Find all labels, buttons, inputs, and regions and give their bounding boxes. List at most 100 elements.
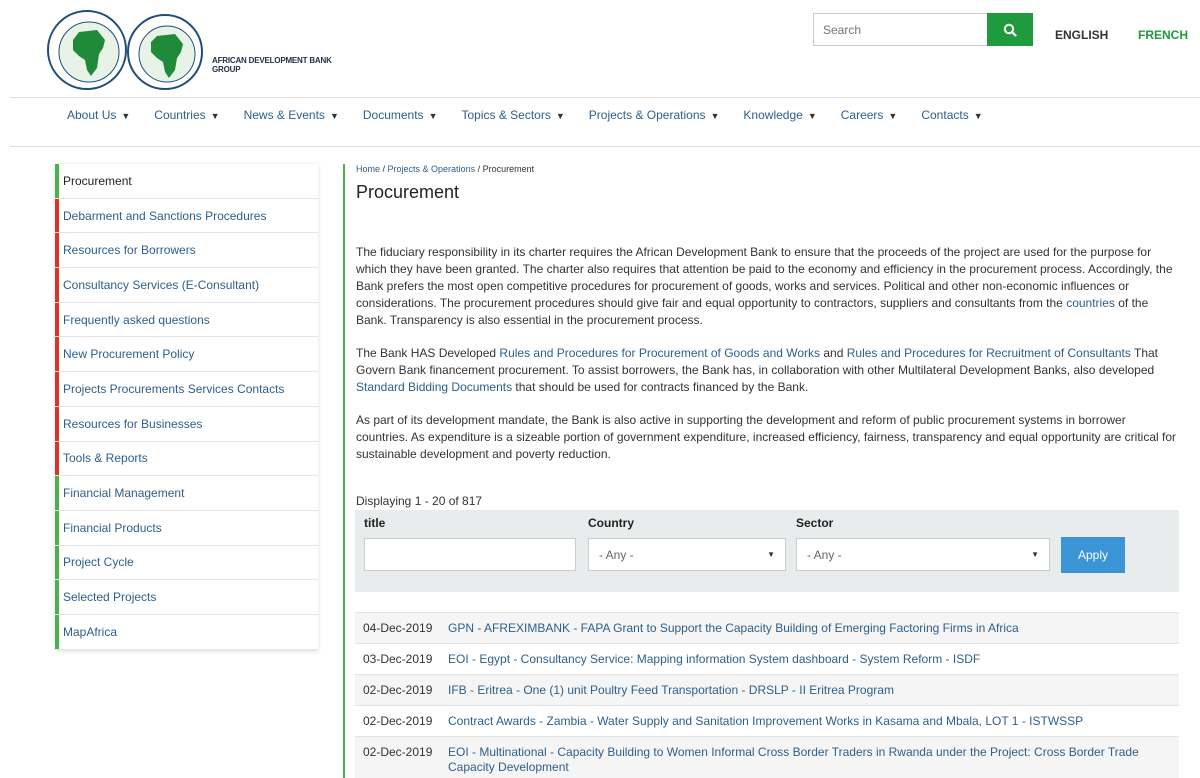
sidebar-menu: Procurement Debarment and Sanctions Proc… xyxy=(55,164,318,650)
nav-label: Careers xyxy=(840,108,884,122)
bank-seal-icon xyxy=(47,10,127,90)
breadcrumb: Home / Projects & Operations / Procureme… xyxy=(356,164,1180,176)
sector-filter-select[interactable]: - Any - ▼ xyxy=(796,538,1050,571)
list-item: 02-Dec-2019 Contract Awards - Zambia - W… xyxy=(355,705,1179,736)
standard-bidding-link[interactable]: Standard Bidding Documents xyxy=(356,380,512,394)
caret-down-icon: ▼ xyxy=(210,111,220,121)
sidebar-item-financial-management[interactable]: Financial Management xyxy=(55,476,318,511)
nav-item-about-us[interactable]: About Us ▼ xyxy=(67,108,130,126)
breadcrumb-current: Procurement xyxy=(482,164,535,174)
para-text: The Bank HAS Developed xyxy=(356,346,500,360)
caret-down-icon: ▼ xyxy=(555,111,565,121)
intro-paragraph: The fiduciary responsibility in its char… xyxy=(356,244,1180,329)
fund-seal-icon xyxy=(127,14,203,90)
search-field[interactable] xyxy=(813,13,987,46)
list-item: 04-Dec-2019 GPN - AFREXIMBANK - FAPA Gra… xyxy=(355,612,1179,643)
breadcrumb-sep: / xyxy=(475,164,483,174)
nav-label: Countries xyxy=(154,108,206,122)
lang-english-link[interactable]: ENGLISH xyxy=(1055,28,1108,42)
sidebar-item-debarment[interactable]: Debarment and Sanctions Procedures xyxy=(55,198,318,234)
sidebar-item-procurement[interactable]: Procurement xyxy=(55,164,318,199)
rules-goods-works-link[interactable]: Rules and Procedures for Procurement of … xyxy=(499,346,820,360)
item-date: 02-Dec-2019 xyxy=(363,683,433,697)
sidebar-item-financial-products[interactable]: Financial Products xyxy=(55,510,318,546)
nav-item-knowledge[interactable]: Knowledge ▼ xyxy=(743,108,816,126)
list-item: 02-Dec-2019 IFB - Eritrea - One (1) unit… xyxy=(355,674,1179,705)
nav-item-news-events[interactable]: News & Events ▼ xyxy=(244,108,339,126)
nav-item-countries[interactable]: Countries ▼ xyxy=(154,108,219,126)
item-title-link[interactable]: GPN - AFREXIMBANK - FAPA Grant to Suppor… xyxy=(448,621,1148,636)
para-text: The fiduciary responsibility in its char… xyxy=(356,245,1173,310)
countries-link[interactable]: countries xyxy=(1066,296,1115,310)
nav-item-documents[interactable]: Documents ▼ xyxy=(363,108,438,126)
sector-filter-label: Sector xyxy=(796,516,834,530)
apply-button[interactable]: Apply xyxy=(1061,537,1125,573)
nav-item-careers[interactable]: Careers ▼ xyxy=(841,108,898,126)
caret-down-icon: ▼ xyxy=(428,111,438,121)
site-header: AFRICAN DEVELOPMENT BANK GROUP ENGLISH F… xyxy=(0,0,1200,97)
search-button[interactable] xyxy=(987,13,1033,46)
country-filter-label: Country xyxy=(588,516,634,530)
page-title: Procurement xyxy=(356,182,460,202)
caret-down-icon: ▼ xyxy=(973,111,983,121)
header-divider xyxy=(10,97,1200,98)
title-filter-input[interactable] xyxy=(364,538,576,571)
caret-down-icon: ▼ xyxy=(121,111,131,121)
breadcrumb-home-link[interactable]: Home xyxy=(356,164,380,174)
sidebar-item-resources-borrowers[interactable]: Resources for Borrowers xyxy=(55,233,318,269)
sidebar-item-resources-businesses[interactable]: Resources for Businesses xyxy=(55,406,318,442)
sidebar-item-new-policy[interactable]: New Procurement Policy xyxy=(55,337,318,373)
afdb-logo[interactable]: AFRICAN DEVELOPMENT BANK GROUP xyxy=(47,10,347,92)
item-date: 02-Dec-2019 xyxy=(363,745,433,759)
results-count: Displaying 1 - 20 of 817 xyxy=(356,494,483,508)
nav-label: News & Events xyxy=(243,108,325,122)
sidebar-item-contacts[interactable]: Projects Procurements Services Contacts xyxy=(55,372,318,407)
breadcrumb-sep: / xyxy=(380,164,388,174)
item-title-link[interactable]: EOI - Multinational - Capacity Building … xyxy=(448,745,1148,775)
caret-down-icon: ▼ xyxy=(767,550,775,559)
nav-divider xyxy=(10,146,1200,147)
content-divider xyxy=(343,164,345,778)
caret-down-icon: ▼ xyxy=(329,111,339,121)
breadcrumb-section-link[interactable]: Projects & Operations xyxy=(388,164,476,174)
list-item: 02-Dec-2019 EOI - Multinational - Capaci… xyxy=(355,736,1179,778)
main-nav: About Us ▼ Countries ▼ News & Events ▼ Docu… xyxy=(55,108,995,126)
sidebar-item-tools-reports[interactable]: Tools & Reports xyxy=(55,441,318,477)
item-date: 02-Dec-2019 xyxy=(363,714,433,728)
main-content: Home / Projects & Operations / Procureme… xyxy=(356,164,1180,463)
nav-label: Topics & Sectors xyxy=(461,108,551,122)
nav-label: Knowledge xyxy=(743,108,803,122)
caret-down-icon: ▼ xyxy=(1031,550,1039,559)
sidebar-item-faq[interactable]: Frequently asked questions xyxy=(55,302,318,338)
item-title-link[interactable]: IFB - Eritrea - One (1) unit Poultry Fee… xyxy=(448,683,1148,698)
nav-item-topics-sectors[interactable]: Topics & Sectors ▼ xyxy=(461,108,564,126)
nav-item-projects-operations[interactable]: Projects & Operations ▼ xyxy=(589,108,720,126)
sidebar-item-selected-projects[interactable]: Selected Projects xyxy=(55,580,318,615)
sidebar-item-mapafrica[interactable]: MapAfrica xyxy=(55,614,318,650)
item-date: 04-Dec-2019 xyxy=(363,621,433,635)
item-date: 03-Dec-2019 xyxy=(363,652,433,666)
nav-label: Projects & Operations xyxy=(588,108,706,122)
country-filter-select[interactable]: - Any - ▼ xyxy=(588,538,786,571)
filter-panel: title Country - Any - ▼ Sector - Any - ▼… xyxy=(355,510,1179,592)
rules-paragraph: The Bank HAS Developed Rules and Procedu… xyxy=(356,345,1180,396)
item-title-link[interactable]: Contract Awards - Zambia - Water Supply … xyxy=(448,714,1148,729)
list-item: 03-Dec-2019 EOI - Egypt - Consultancy Se… xyxy=(355,643,1179,674)
nav-label: Documents xyxy=(362,108,424,122)
sidebar-item-consultancy[interactable]: Consultancy Services (E-Consultant) xyxy=(55,268,318,303)
para-text: that should be used for contracts financ… xyxy=(512,380,809,394)
mandate-paragraph: As part of its development mandate, the … xyxy=(356,413,1177,461)
sector-selected-value: - Any - xyxy=(807,547,842,562)
search-icon xyxy=(1003,23,1017,37)
country-selected-value: - Any - xyxy=(599,547,634,562)
para-text: and xyxy=(820,346,847,360)
search-input[interactable] xyxy=(814,14,987,45)
rules-consultants-link[interactable]: Rules and Procedures for Recruitment of … xyxy=(847,346,1131,360)
logo-text: AFRICAN DEVELOPMENT BANK GROUP xyxy=(212,56,332,74)
title-filter-label: title xyxy=(364,516,386,530)
sidebar-item-project-cycle[interactable]: Project Cycle xyxy=(55,545,318,581)
lang-french-link[interactable]: FRENCH xyxy=(1138,28,1188,42)
item-title-link[interactable]: EOI - Egypt - Consultancy Service: Mappi… xyxy=(448,652,1148,667)
nav-item-contacts[interactable]: Contacts ▼ xyxy=(921,108,982,126)
procurement-list: 04-Dec-2019 GPN - AFREXIMBANK - FAPA Gra… xyxy=(355,612,1179,778)
